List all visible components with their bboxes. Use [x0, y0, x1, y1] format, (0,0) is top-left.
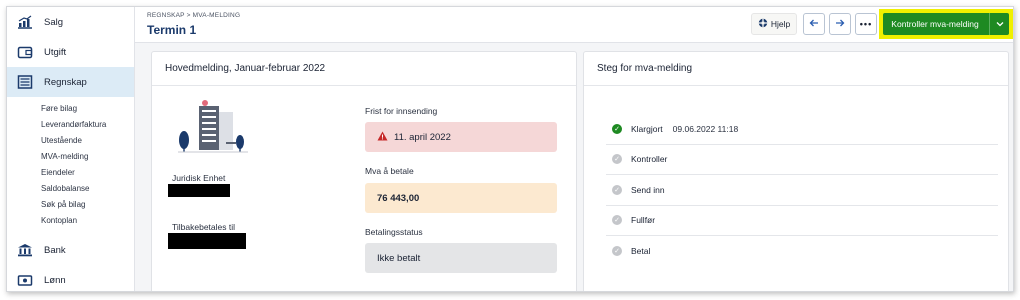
step-betal: ✓ Betal: [606, 236, 998, 267]
sidebar-submenu: Føre bilag Leverandørfaktura Utestående …: [7, 97, 134, 233]
lifebuoy-icon: [758, 18, 768, 30]
primary-button-label: Kontroller mva-melding: [891, 19, 979, 29]
redacted-refund-account: [168, 233, 246, 249]
help-button-label: Hjelp: [770, 19, 791, 29]
sidebar-item-lonn[interactable]: Lønn: [7, 265, 134, 291]
back-button[interactable]: [803, 13, 825, 35]
check-circle-icon: ✓: [612, 246, 622, 257]
salary-icon: [17, 273, 33, 287]
check-circle-icon: ✓: [612, 184, 622, 195]
step-label: Betal: [631, 246, 651, 257]
sidebar-item-utgift[interactable]: Utgift: [7, 37, 134, 67]
payment-status-label: Betalingsstatus: [365, 227, 423, 237]
step-label: Fullfør: [631, 215, 656, 226]
sidebar-item-label: Bank: [44, 244, 66, 256]
sidebar: Salg Utgift Regnskap Føre bilag Leverand…: [7, 7, 135, 291]
sidebar-subitem-saldobalanse[interactable]: Saldobalanse: [41, 181, 134, 197]
vat-amount-box: 76 443,00: [365, 183, 557, 213]
sidebar-item-salg[interactable]: Salg: [7, 7, 134, 37]
check-circle-icon: ✓: [612, 215, 622, 226]
app-window: Salg Utgift Regnskap Føre bilag Leverand…: [6, 6, 1014, 292]
help-button[interactable]: Hjelp: [751, 13, 797, 35]
bank-icon: [17, 243, 33, 257]
page-title: Termin 1: [147, 23, 197, 37]
page-header: REGNSKAP > MVA-MELDING Termin 1 Hjelp ••…: [135, 7, 1013, 43]
steps-card: Steg for mva-melding ✓ Klargjort 09.06.2…: [583, 51, 1009, 291]
vat-value: 76 443,00: [377, 192, 420, 204]
refund-label: Tilbakebetales til: [172, 222, 235, 232]
step-label: Kontroller: [631, 154, 668, 165]
sidebar-item-label: Utgift: [44, 46, 67, 58]
payment-status-box: Ikke betalt: [365, 243, 557, 273]
sidebar-item-label: Salg: [44, 16, 64, 28]
calculator-icon: [17, 75, 33, 89]
highlight-frame: Kontroller mva-melding: [879, 9, 1013, 39]
step-timestamp: 09.06.2022 11:18: [672, 123, 739, 134]
sidebar-item-label: Regnskap: [44, 76, 87, 88]
sidebar-subitem-mva-melding[interactable]: MVA-melding: [41, 149, 134, 165]
step-klargjort: ✓ Klargjort 09.06.2022 11:18: [606, 114, 998, 145]
step-label: Klargjort: [631, 123, 663, 134]
warning-icon: [377, 131, 388, 144]
vat-label: Mva å betale: [365, 166, 414, 176]
step-kontroller: ✓ Kontroller: [606, 145, 998, 175]
sidebar-subitem-sok-pa-bilag[interactable]: Søk på bilag: [41, 197, 134, 213]
breadcrumb[interactable]: REGNSKAP > MVA-MELDING: [147, 12, 240, 19]
more-options-button[interactable]: •••: [855, 13, 877, 35]
arrow-right-icon: [835, 18, 845, 31]
step-send-inn: ✓ Send inn: [606, 175, 998, 206]
sidebar-subitem-kontoplan[interactable]: Kontoplan: [41, 213, 134, 229]
sidebar-subitem-eiendeler[interactable]: Eiendeler: [41, 165, 134, 181]
step-label: Send inn: [631, 184, 665, 195]
check-circle-icon: ✓: [612, 154, 622, 165]
chart-icon: [17, 15, 33, 29]
deadline-label: Frist for innsending: [365, 106, 438, 116]
sidebar-item-regnskap[interactable]: Regnskap: [7, 67, 134, 97]
sidebar-subitem-fore-bilag[interactable]: Føre bilag: [41, 101, 134, 117]
main-report-card: Hovedmelding, Januar-februar 2022 Juridi…: [151, 51, 577, 291]
wallet-icon: [17, 45, 33, 59]
card-title: Steg for mva-melding: [584, 52, 1008, 86]
arrow-left-icon: [809, 18, 819, 31]
deadline-value: 11. april 2022: [394, 131, 451, 143]
kontroller-mva-melding-button[interactable]: Kontroller mva-melding: [883, 13, 1009, 35]
card-title: Hovedmelding, Januar-februar 2022: [152, 52, 576, 86]
check-circle-icon: ✓: [612, 123, 622, 134]
legal-entity-label: Juridisk Enhet: [172, 173, 226, 183]
more-icon: •••: [859, 19, 873, 29]
building-illustration: [174, 96, 252, 154]
payment-status-value: Ikke betalt: [377, 252, 421, 264]
sidebar-item-label: Lønn: [44, 274, 66, 286]
step-fullfor: ✓ Fullfør: [606, 206, 998, 236]
steps-list: ✓ Klargjort 09.06.2022 11:18 ✓ Kontrolle…: [606, 114, 998, 267]
sidebar-subitem-leverandorfaktura[interactable]: Leverandørfaktura: [41, 117, 134, 133]
deadline-box: 11. april 2022: [365, 122, 557, 152]
chevron-down-icon[interactable]: [989, 13, 1009, 35]
sidebar-item-bank[interactable]: Bank: [7, 235, 134, 265]
sidebar-subitem-utestaende[interactable]: Utestående: [41, 133, 134, 149]
forward-button[interactable]: [829, 13, 851, 35]
redacted-legal-entity: [168, 184, 230, 197]
